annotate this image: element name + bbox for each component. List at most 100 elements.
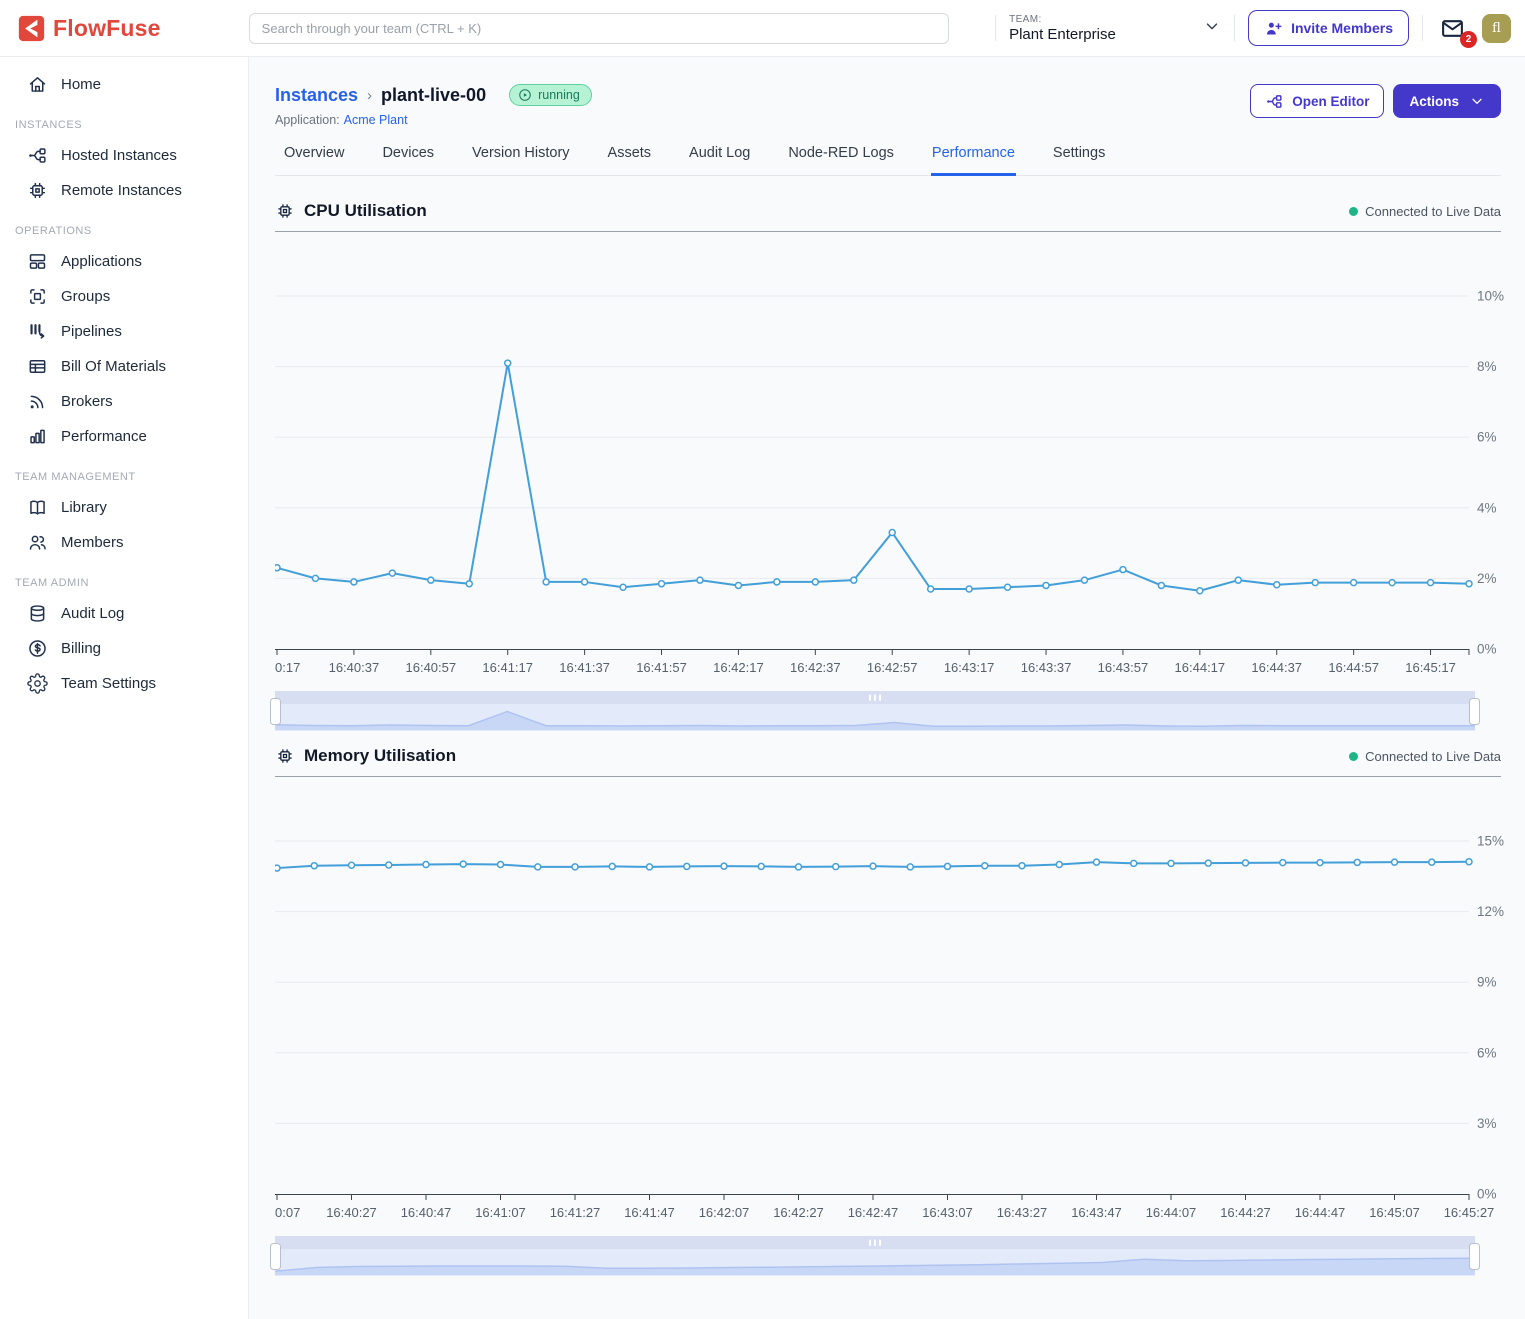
svg-text:16:41:47: 16:41:47 <box>624 1205 675 1220</box>
memory-section: Memory Utilisation Connected to Live Dat… <box>275 746 1501 1276</box>
sidebar-item-label: Hosted Instances <box>61 147 177 164</box>
tab-node-red-logs[interactable]: Node-RED Logs <box>787 145 895 176</box>
sidebar-item-audit-log[interactable]: Audit Log <box>0 596 248 631</box>
invite-members-button[interactable]: Invite Members <box>1248 10 1409 46</box>
svg-text:16:42:37: 16:42:37 <box>790 660 841 675</box>
application-line: Application:Acme Plant <box>275 113 592 127</box>
sidebar-item-remote-instances[interactable]: Remote Instances <box>0 173 248 208</box>
avatar[interactable]: fl <box>1482 14 1511 43</box>
sidebar-heading-instances: INSTANCES <box>0 102 248 138</box>
sidebar-item-pipelines[interactable]: Pipelines <box>0 314 248 349</box>
svg-text:16:41:37: 16:41:37 <box>559 660 610 675</box>
cpu-section: CPU Utilisation Connected to Live Data 0… <box>275 201 1501 731</box>
tab-settings[interactable]: Settings <box>1052 145 1106 176</box>
svg-text:16:43:07: 16:43:07 <box>922 1205 973 1220</box>
svg-text:16:45:27: 16:45:27 <box>1444 1205 1495 1220</box>
user-plus-icon <box>1264 19 1283 38</box>
svg-text:16:41:57: 16:41:57 <box>636 660 687 675</box>
cpu-section-title: CPU Utilisation <box>304 201 427 221</box>
editor-node-icon <box>1265 92 1284 111</box>
play-circle-icon <box>518 88 532 102</box>
notifications-button[interactable]: 2 <box>1436 14 1469 43</box>
svg-text:16:40:47: 16:40:47 <box>401 1205 452 1220</box>
page-title: plant-live-00 <box>381 85 486 106</box>
sidebar-item-members[interactable]: Members <box>0 525 248 560</box>
tab-devices[interactable]: Devices <box>381 145 435 176</box>
library-icon <box>27 497 48 518</box>
status-badge: running <box>509 84 592 106</box>
application-link[interactable]: Acme Plant <box>344 113 408 127</box>
sidebar-item-label: Members <box>61 534 124 551</box>
svg-text:16:41:27: 16:41:27 <box>550 1205 601 1220</box>
pipelines-icon <box>27 321 48 342</box>
breadcrumb-instances-link[interactable]: Instances <box>275 85 358 106</box>
sidebar-item-applications[interactable]: Applications <box>0 244 248 279</box>
sidebar-item-label: Audit Log <box>61 605 124 622</box>
members-icon <box>27 532 48 553</box>
svg-text:16:41:17: 16:41:17 <box>482 660 533 675</box>
svg-text:16:43:17: 16:43:17 <box>944 660 995 675</box>
sidebar-item-bill-of-materials[interactable]: Bill Of Materials <box>0 349 248 384</box>
svg-text:4%: 4% <box>1477 500 1497 515</box>
sidebar-item-billing[interactable]: Billing <box>0 631 248 666</box>
brand-name: FlowFuse <box>53 15 161 42</box>
sidebar-item-label: Library <box>61 499 107 516</box>
svg-text:16:42:57: 16:42:57 <box>867 660 918 675</box>
sidebar-item-hosted-instances[interactable]: Hosted Instances <box>0 138 248 173</box>
svg-text:16:40:27: 16:40:27 <box>326 1205 377 1220</box>
svg-text:12%: 12% <box>1477 904 1504 919</box>
sidebar-item-label: Team Settings <box>61 675 156 692</box>
flowfuse-logo-icon <box>18 15 45 42</box>
home-icon <box>27 74 48 95</box>
sidebar-item-library[interactable]: Library <box>0 490 248 525</box>
svg-text:16:43:47: 16:43:47 <box>1071 1205 1122 1220</box>
sidebar-item-performance[interactable]: Performance <box>0 419 248 454</box>
sidebar-item-brokers[interactable]: Brokers <box>0 384 248 419</box>
sidebar-item-groups[interactable]: Groups <box>0 279 248 314</box>
svg-text:16:43:27: 16:43:27 <box>997 1205 1048 1220</box>
open-editor-button[interactable]: Open Editor <box>1250 84 1384 118</box>
hosted-instances-icon <box>27 145 48 166</box>
cpu-live-status: Connected to Live Data <box>1349 204 1501 219</box>
svg-text:16:41:07: 16:41:07 <box>475 1205 526 1220</box>
memory-chip-icon <box>275 746 295 766</box>
sidebar-item-label: Groups <box>61 288 110 305</box>
tab-version-history[interactable]: Version History <box>471 145 571 176</box>
sidebar-item-label: Home <box>61 76 101 93</box>
sidebar-item-home[interactable]: Home <box>0 67 248 102</box>
svg-text:16:42:07: 16:42:07 <box>699 1205 750 1220</box>
search-input[interactable] <box>249 13 949 44</box>
breadcrumb-separator: › <box>367 87 372 104</box>
chevron-down-icon <box>1203 17 1221 40</box>
sidebar-item-label: Bill Of Materials <box>61 358 166 375</box>
memory-chart-brush[interactable] <box>275 1236 1475 1276</box>
team-label: TEAM: <box>1009 14 1116 25</box>
svg-text:16:43:57: 16:43:57 <box>1098 660 1149 675</box>
cpu-chart-brush[interactable] <box>275 691 1475 731</box>
billing-icon <box>27 638 48 659</box>
memory-utilisation-chart: 0%3%6%9%12%15%0:0716:40:2716:40:4716:41:… <box>275 777 1521 1225</box>
svg-text:16:42:27: 16:42:27 <box>773 1205 824 1220</box>
flowfuse-logo[interactable]: FlowFuse <box>18 15 161 42</box>
memory-section-title: Memory Utilisation <box>304 746 456 766</box>
svg-text:0%: 0% <box>1477 1187 1497 1202</box>
svg-text:16:45:07: 16:45:07 <box>1369 1205 1420 1220</box>
tab-performance[interactable]: Performance <box>931 145 1016 176</box>
sidebar-heading-team-management: TEAM MANAGEMENT <box>0 454 248 490</box>
svg-text:16:44:47: 16:44:47 <box>1295 1205 1346 1220</box>
tab-overview[interactable]: Overview <box>283 145 345 176</box>
applications-icon <box>27 251 48 272</box>
svg-text:16:44:07: 16:44:07 <box>1146 1205 1197 1220</box>
tab-assets[interactable]: Assets <box>607 145 653 176</box>
live-dot <box>1349 752 1358 761</box>
svg-text:0:07: 0:07 <box>275 1205 300 1220</box>
actions-button[interactable]: Actions <box>1393 84 1501 118</box>
audit-log-icon <box>27 603 48 624</box>
tab-audit-log[interactable]: Audit Log <box>688 145 751 176</box>
sidebar-item-team-settings[interactable]: Team Settings <box>0 666 248 701</box>
team-selector[interactable]: TEAM: Plant Enterprise <box>1009 14 1221 43</box>
svg-text:10%: 10% <box>1477 289 1504 304</box>
cpu-chip-icon <box>275 201 295 221</box>
tab-bar: Overview Devices Version History Assets Audi… <box>275 145 1501 176</box>
header-divider <box>1234 15 1235 41</box>
